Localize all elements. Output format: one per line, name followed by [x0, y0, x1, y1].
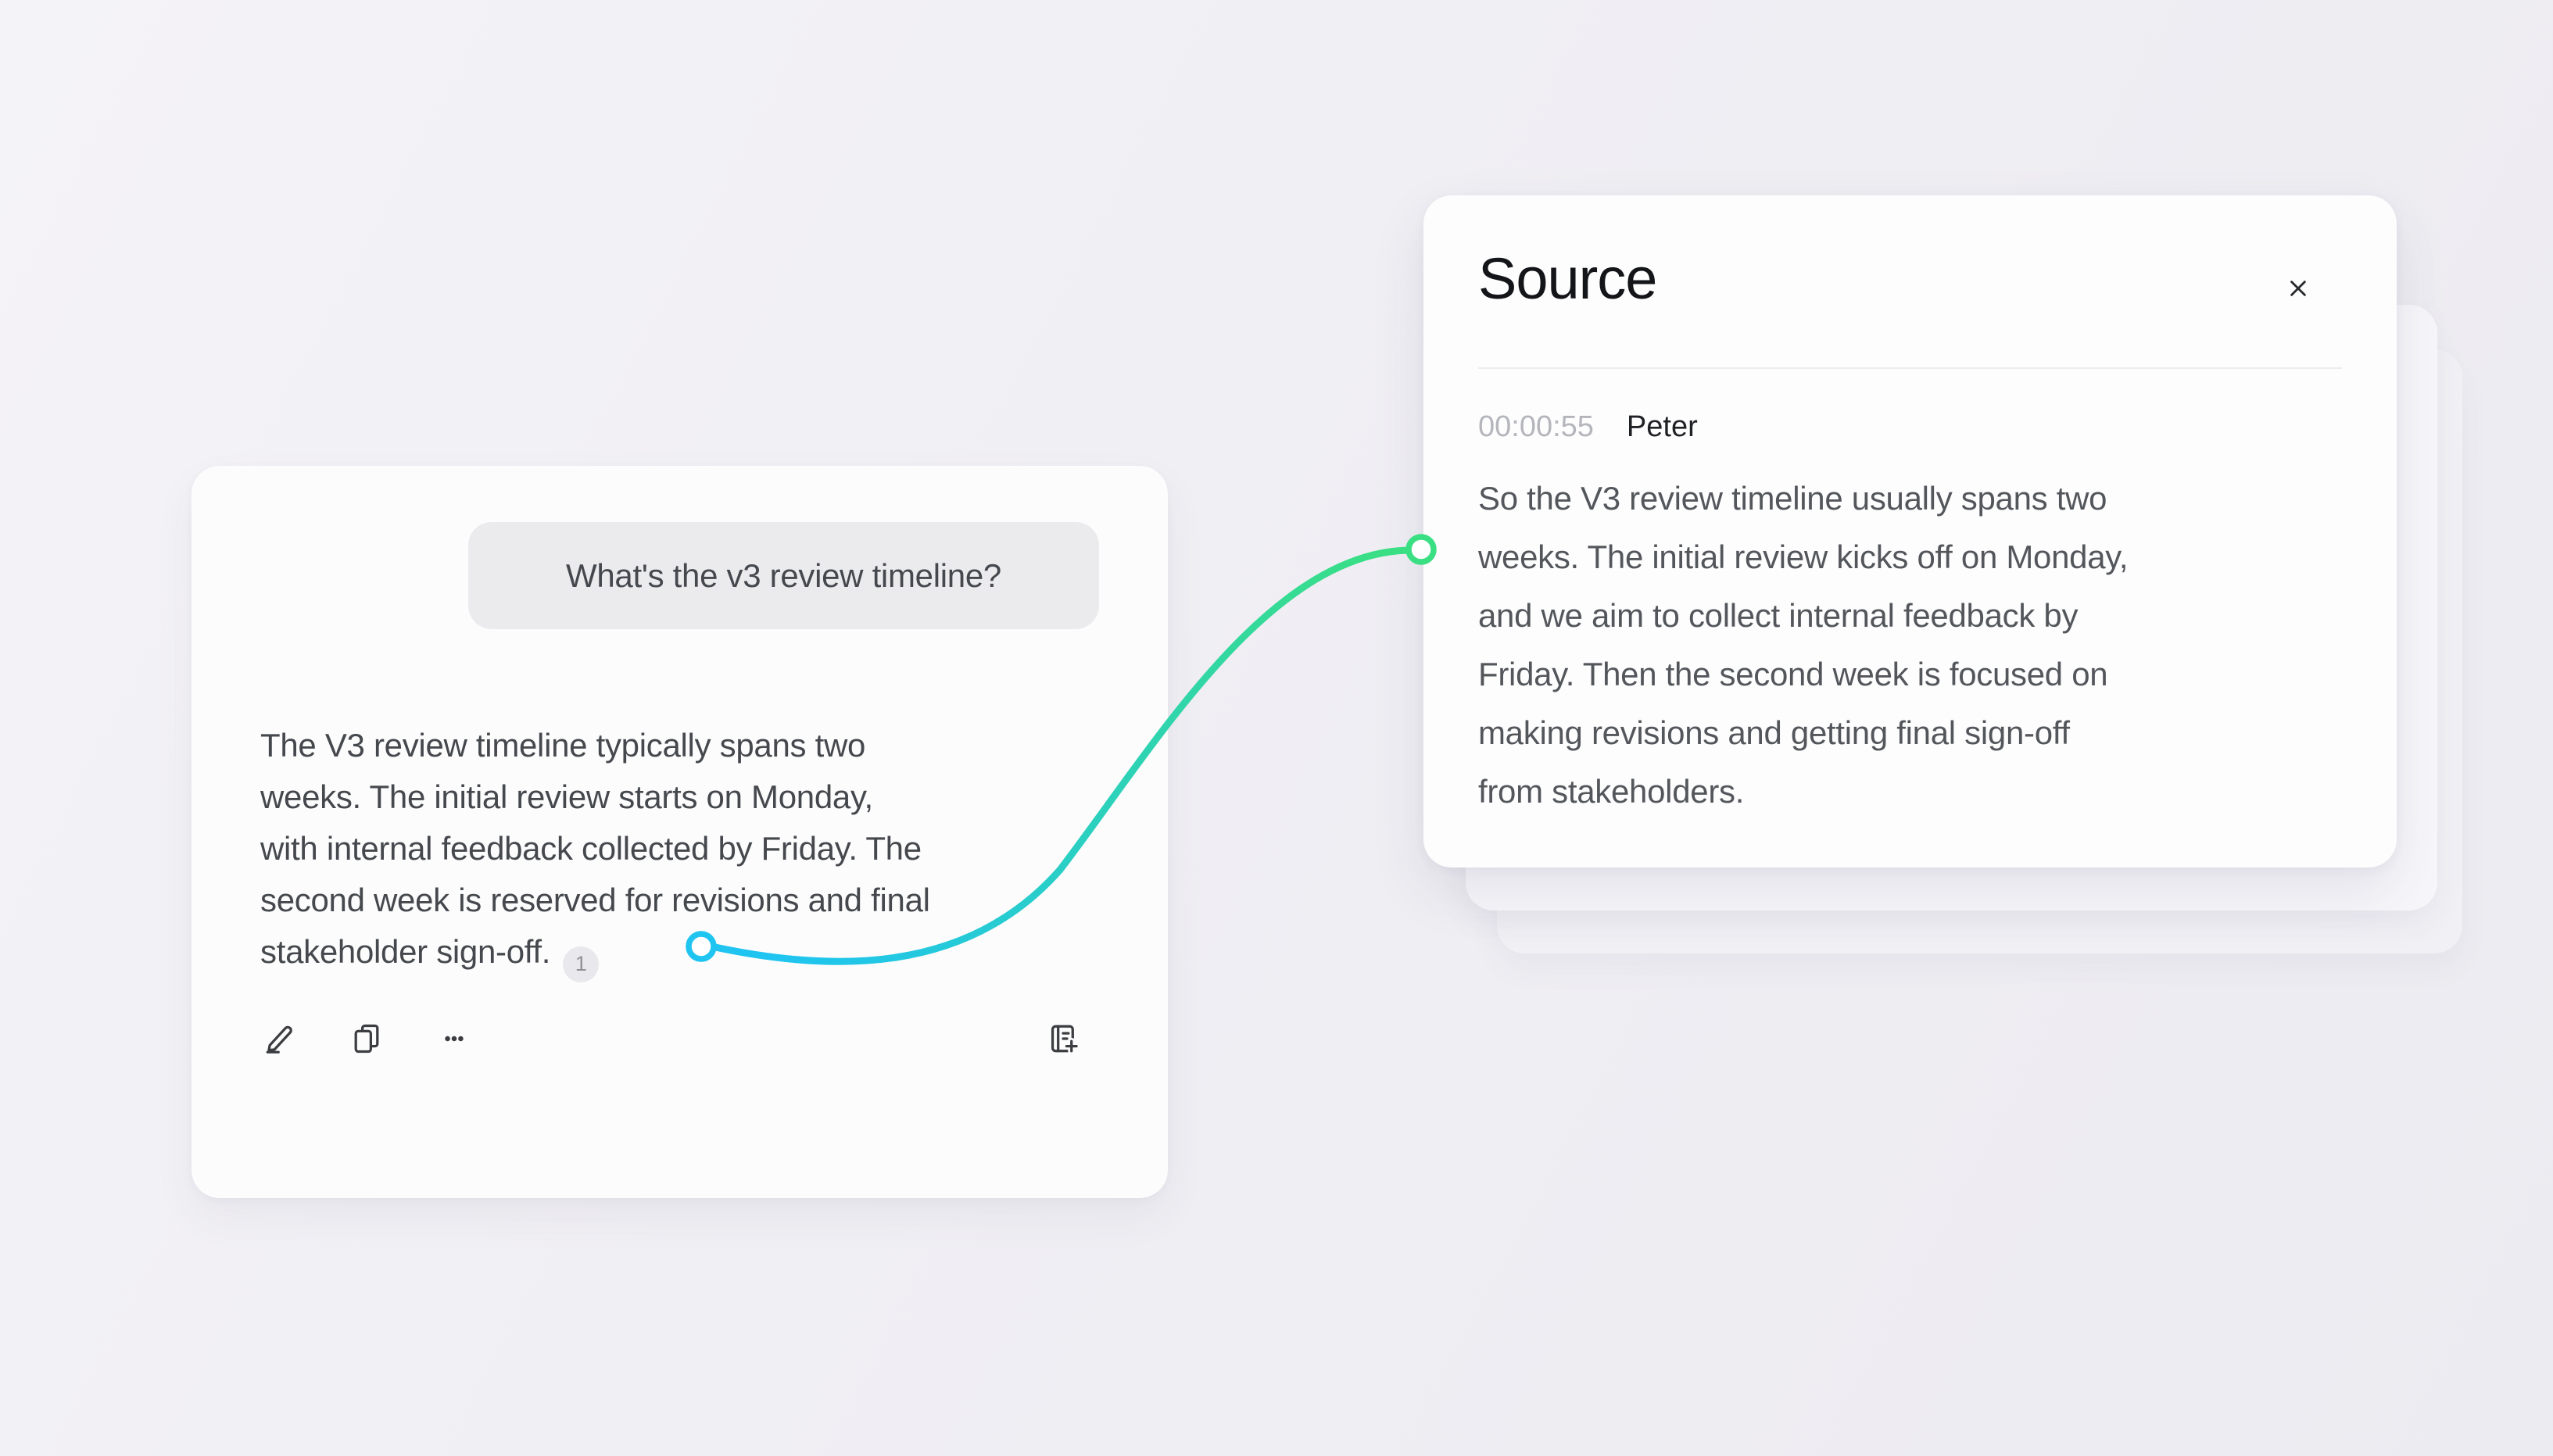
- assistant-answer: The V3 review timeline typically spans t…: [260, 720, 1099, 982]
- close-button[interactable]: [2279, 270, 2317, 307]
- canvas: What's the v3 review timeline? The V3 re…: [0, 0, 2553, 1456]
- answer-toolbar-left-group: [260, 1020, 473, 1057]
- copy-icon: [349, 1021, 385, 1057]
- edit-button[interactable]: [260, 1020, 298, 1057]
- close-icon: [2282, 272, 2315, 305]
- source-panel-title: Source: [1478, 249, 2342, 309]
- user-question-text: What's the v3 review timeline?: [566, 557, 1001, 595]
- source-entry-meta: 00:00:55 Peter: [1478, 408, 2342, 445]
- edit-pencil-icon: [261, 1021, 297, 1057]
- source-panel: Source 00:00:55 Peter So the V3 review t…: [1423, 195, 2397, 868]
- more-options-icon: [436, 1021, 472, 1057]
- timestamp: 00:00:55: [1478, 408, 1594, 445]
- header-divider: [1478, 367, 2342, 369]
- citation-badge[interactable]: 1: [563, 946, 599, 982]
- assistant-answer-text: The V3 review timeline typically spans t…: [260, 727, 930, 970]
- add-to-note-button[interactable]: [1044, 1020, 1082, 1057]
- user-question-bubble: What's the v3 review timeline?: [468, 522, 1099, 629]
- add-to-note-icon: [1045, 1021, 1081, 1057]
- answer-toolbar: [260, 1020, 1099, 1057]
- speaker-name: Peter: [1627, 408, 1698, 445]
- source-transcript-text: So the V3 review timeline usually spans …: [1478, 469, 2342, 821]
- copy-button[interactable]: [348, 1020, 385, 1057]
- more-options-button[interactable]: [435, 1020, 473, 1057]
- chat-card: What's the v3 review timeline? The V3 re…: [192, 466, 1168, 1198]
